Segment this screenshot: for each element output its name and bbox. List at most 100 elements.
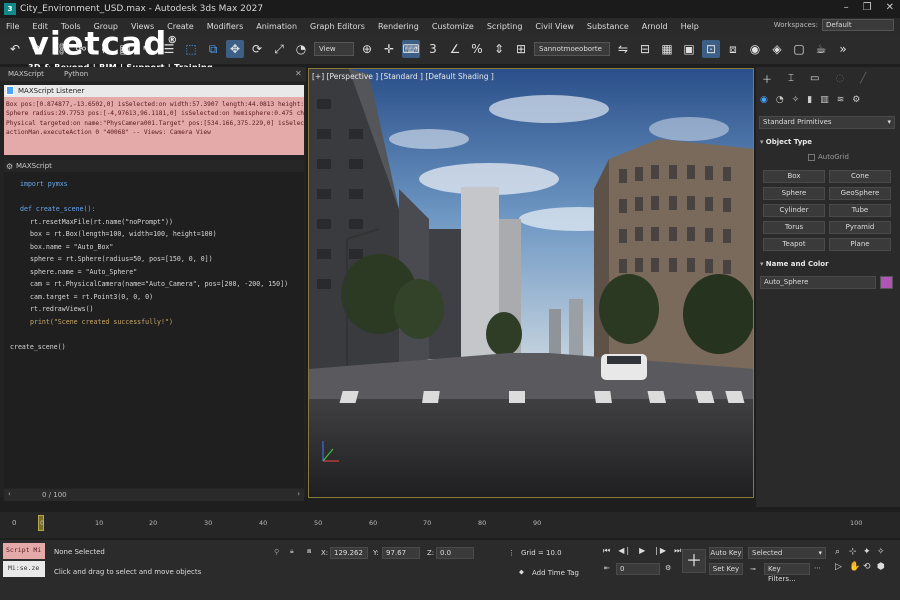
close-icon[interactable]: ✕ (886, 2, 894, 13)
restore-icon[interactable]: ❐ (863, 2, 872, 13)
geosphere-button[interactable]: GeoSphere (829, 187, 891, 200)
lock-icon[interactable]: 🔒︎ (290, 547, 294, 556)
mini-listener-input[interactable]: Mi:se.ze (3, 561, 45, 577)
scroll-left-icon[interactable]: ‹ (8, 490, 11, 498)
y-coord-field[interactable]: 97.67 (382, 547, 420, 559)
display-tab-icon[interactable]: ╱ (860, 73, 866, 84)
absolute-mode-icon[interactable]: ⧈ (307, 547, 311, 556)
script-editor[interactable]: import pymxs def create_scene(): rt.resetM… (4, 172, 304, 488)
teapot-button[interactable]: Teapot (763, 238, 825, 251)
render-setup-icon[interactable]: ◈ (768, 40, 786, 58)
undo-icon[interactable]: ↶ (6, 40, 24, 58)
perspective-viewport[interactable] (308, 68, 754, 498)
menu-civil-view[interactable]: Civil View (535, 22, 574, 31)
cone-button[interactable]: Cone (829, 170, 891, 183)
motion-tab-icon[interactable]: ◌ (835, 73, 844, 84)
pivot-icon[interactable]: ⊕ (358, 40, 376, 58)
named-selection-set[interactable]: Sannotmoeoborte (534, 42, 610, 56)
sphere-button[interactable]: Sphere (763, 187, 825, 200)
name-color-section[interactable]: ▾ Name and Color (760, 258, 896, 270)
object-color-swatch[interactable] (880, 276, 893, 289)
time-config-icon[interactable]: ⚙ (665, 564, 671, 572)
fov-icon[interactable]: ▷ (835, 562, 849, 572)
zoom-extents-all-icon[interactable]: ✧ (877, 547, 891, 557)
mini-listener[interactable]: Script Mi (3, 543, 45, 559)
zoom-extents-icon[interactable]: ✦ (863, 547, 877, 557)
tube-button[interactable]: Tube (829, 204, 891, 217)
spacewarps-icon[interactable]: ≋ (837, 95, 845, 105)
menu-substance[interactable]: Substance (587, 22, 629, 31)
pyramid-button[interactable]: Pyramid (829, 221, 891, 234)
key-filter-icon[interactable]: ⊸ (750, 565, 756, 573)
play-icon[interactable]: ▶ (639, 546, 645, 556)
menu-rendering[interactable]: Rendering (378, 22, 419, 31)
key-set-select[interactable]: Selected ▾ (748, 547, 826, 559)
scale-icon[interactable]: ⤢ (270, 40, 288, 58)
tab-maxscript[interactable]: MAXScript (0, 70, 56, 78)
move-icon[interactable]: ✥ (226, 40, 244, 58)
time-tag-icon[interactable]: ⬥ (519, 568, 524, 577)
curve-editor-icon[interactable]: ⊡ (702, 40, 720, 58)
scene-explorer-icon[interactable]: ▣ (680, 40, 698, 58)
menu-animation[interactable]: Animation (256, 22, 297, 31)
align-icon[interactable]: ⊟ (636, 40, 654, 58)
object-name-input[interactable]: Auto_Sphere (760, 276, 876, 289)
layer-icon[interactable]: ▦ (658, 40, 676, 58)
shapes-icon[interactable]: ◔ (776, 95, 784, 105)
menu-arnold[interactable]: Arnold (642, 22, 668, 31)
pan-icon[interactable]: ✋ (849, 562, 863, 572)
box-button[interactable]: Box (763, 170, 825, 183)
cameras-icon[interactable]: ▮ (807, 95, 812, 105)
close-panel-icon[interactable]: ✕ (295, 69, 302, 78)
primitive-category-select[interactable]: Standard Primitives ▾ (759, 116, 895, 129)
menu-customize[interactable]: Customize (432, 22, 474, 31)
torus-button[interactable]: Torus (763, 221, 825, 234)
lights-icon[interactable]: ✧ (792, 95, 800, 105)
systems-icon[interactable]: ⚙ (852, 95, 860, 105)
manipulate-icon[interactable]: ✛ (380, 40, 398, 58)
reference-coord-select[interactable]: View (314, 42, 354, 56)
menu-help[interactable]: Help (681, 22, 699, 31)
listener-output[interactable]: Box pos:[0.874877,-13.6502,0] isSelected… (4, 97, 304, 155)
current-frame-field[interactable]: 0 (616, 563, 660, 575)
rotate-icon[interactable]: ⟳ (248, 40, 266, 58)
x-coord-field[interactable]: 129.262 (330, 547, 368, 559)
keyboard-shortcut-icon[interactable]: ⌨ (402, 40, 420, 58)
autogrid-checkbox[interactable] (808, 153, 815, 161)
more-options-icon[interactable]: ⋯ (814, 564, 821, 572)
snap-icon[interactable]: 3 (424, 40, 442, 58)
mirror-icon[interactable]: ⇋ (614, 40, 632, 58)
menu-scripting[interactable]: Scripting (487, 22, 523, 31)
zoom-all-icon[interactable]: ⊹ (849, 547, 863, 557)
angle-snap-icon[interactable]: ∠ (446, 40, 464, 58)
key-filters-button[interactable]: Key Filters... (764, 563, 810, 583)
menu-graph-editors[interactable]: Graph Editors (310, 22, 365, 31)
place-icon[interactable]: ◔ (292, 40, 310, 58)
viewport-label[interactable]: [+] [Perspective ] [Standard ] [Default … (312, 72, 494, 81)
scroll-right-icon[interactable]: › (297, 490, 300, 498)
spinner-snap-icon[interactable]: ⇕ (490, 40, 508, 58)
material-editor-icon[interactable]: ◉ (746, 40, 764, 58)
set-key-plus-icon[interactable]: ＋ (682, 549, 706, 573)
create-tab-icon[interactable]: ＋ (762, 71, 772, 86)
auto-key-button[interactable]: Auto Key (709, 547, 743, 559)
plane-button[interactable]: Plane (829, 238, 891, 251)
set-key-button[interactable]: Set Key (709, 563, 743, 575)
minimize-icon[interactable]: – (844, 2, 849, 13)
more-icon[interactable]: » (834, 40, 852, 58)
maximize-viewport-icon[interactable]: ⬢ (877, 562, 891, 572)
schematic-icon[interactable]: ⧈ (724, 40, 742, 58)
edit-named-sel-icon[interactable]: ⊞ (512, 40, 530, 58)
menu-file[interactable]: File (6, 22, 19, 31)
go-to-end-icon[interactable]: ⏭ (674, 546, 681, 556)
render-icon[interactable]: ☕ (812, 40, 830, 58)
add-time-tag[interactable]: Add Time Tag (532, 569, 579, 577)
key-mode-icon[interactable]: ⇤ (604, 564, 610, 572)
timeline[interactable] (0, 512, 900, 538)
geometry-icon[interactable]: ◉ (760, 95, 768, 105)
prev-frame-icon[interactable]: ◀❘ (618, 546, 631, 556)
hierarchy-tab-icon[interactable]: ▭ (810, 73, 819, 84)
percent-snap-icon[interactable]: % (468, 40, 486, 58)
helpers-icon[interactable]: ▥ (820, 95, 829, 105)
orbit-icon[interactable]: ⟲ (863, 562, 877, 572)
